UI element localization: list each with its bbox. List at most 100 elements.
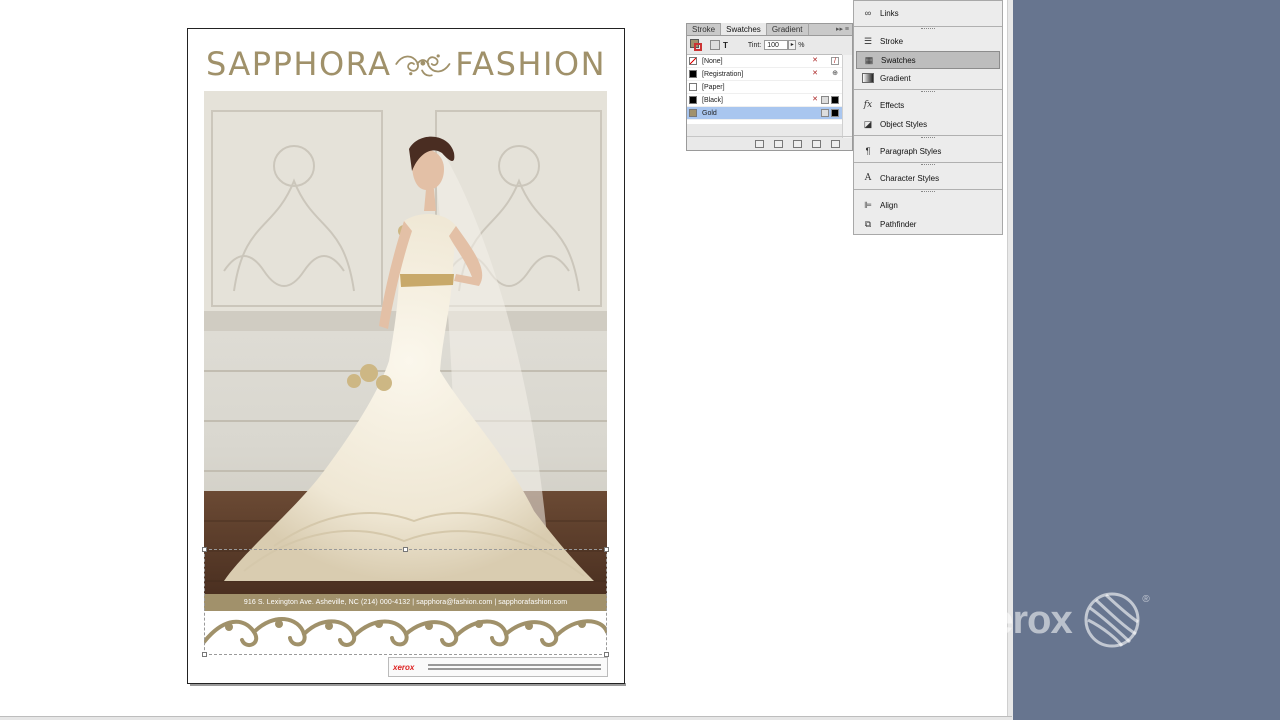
document-page[interactable]: SAPPHORA FASHION 916 S. Lexington Ave. A… [187, 28, 625, 684]
none-color-icon: / [831, 57, 839, 65]
align-icon: ⊫ [864, 200, 872, 210]
formatting-container-icon[interactable] [710, 40, 720, 50]
cmyk-icon [831, 96, 839, 104]
show-all-swatches-icon[interactable] [755, 139, 764, 148]
no-edit-icon: ✕ [812, 70, 818, 77]
swatch-chip [689, 57, 697, 65]
dock-item-label: Gradient [880, 73, 911, 83]
dock-separator [854, 189, 1002, 194]
dock-separator [854, 162, 1002, 167]
dock-item-label: Links [880, 8, 899, 18]
dock-item-swatches[interactable]: ▦ Swatches [856, 51, 1000, 69]
tab-gradient[interactable]: Gradient [767, 23, 809, 35]
tint-dropdown-icon[interactable]: ▸ [788, 40, 797, 50]
swatches-panel[interactable]: Stroke Swatches Gradient ▸▸ ≡ T Tint: 10… [686, 23, 853, 151]
dock-separator [854, 135, 1002, 140]
tab-stroke[interactable]: Stroke [687, 23, 722, 35]
dock-separator [854, 26, 1002, 31]
gradient-icon [862, 73, 874, 83]
swatch-name: [Registration] [702, 70, 744, 78]
swatch-row[interactable]: [Registration] ✕ ⊕ [687, 68, 842, 81]
links-icon: ∞ [864, 8, 872, 18]
dock-item-object-styles[interactable]: ◪ Object Styles [856, 115, 1000, 133]
swatch-row[interactable]: [Paper] [687, 81, 842, 94]
swatch-row[interactable]: [None] ✕ / [687, 55, 842, 68]
badge-lines [428, 662, 607, 672]
selection-handle[interactable] [202, 652, 207, 657]
dock-item-paragraph-styles[interactable]: ¶ Paragraph Styles [856, 142, 1000, 160]
dock-item-label: Align [880, 200, 898, 210]
dock-item-label: Pathfinder [880, 219, 917, 229]
process-color-icon [821, 96, 829, 104]
selection-frame[interactable] [202, 547, 609, 657]
swatch-chip [689, 83, 697, 91]
swatches-bottom-bar [687, 136, 852, 150]
swatch-name: [Black] [702, 96, 724, 104]
delete-swatch-icon[interactable] [831, 139, 840, 148]
bride-photo[interactable] [204, 91, 607, 596]
swatches-icon: ▦ [864, 55, 874, 65]
no-edit-icon: ✕ [812, 96, 818, 103]
stroke-icon: ☰ [863, 36, 873, 46]
xerox-watermark-text: xerox [970, 597, 1073, 642]
dock-item-align[interactable]: ⊫ Align [856, 196, 1000, 214]
paragraph-styles-icon: ¶ [865, 146, 871, 156]
dock-item-label: Effects [880, 100, 905, 110]
cmyk-icon [831, 109, 839, 117]
tint-input[interactable]: 100 [764, 40, 789, 50]
object-styles-icon: ◪ [863, 119, 873, 129]
dock-item-label: Stroke [880, 36, 904, 46]
swatch-name: [None] [702, 57, 723, 65]
brand-name-right: FASHION [455, 45, 606, 83]
dock-item-links[interactable]: ∞ Links [856, 4, 1000, 22]
swatch-name: [Paper] [702, 83, 725, 91]
xerox-ad-badge[interactable]: xerox [388, 657, 608, 677]
horizontal-scrollbar[interactable] [0, 716, 1012, 720]
swatch-chip [689, 96, 697, 104]
selection-handle[interactable] [604, 547, 609, 552]
xerox-watermark: xerox ® [970, 590, 1150, 650]
selection-handle[interactable] [202, 547, 207, 552]
swatch-chip [689, 109, 697, 117]
dock-item-stroke[interactable]: ☰ Stroke [856, 32, 1000, 50]
tint-unit: % [798, 41, 805, 49]
registration-icon: ⊕ [832, 70, 838, 77]
panel-dock[interactable]: ∞ Links ☰ Stroke ▦ Swatches Gradient fx … [853, 0, 1003, 235]
dock-item-label: Object Styles [880, 119, 928, 129]
ornament-icon [395, 54, 451, 77]
swatch-row[interactable]: [Black] ✕ [687, 94, 842, 107]
fill-stroke-icon[interactable] [690, 39, 702, 51]
panel-tabs: Stroke Swatches Gradient ▸▸ ≡ [687, 23, 852, 36]
brand-logo: SAPPHORA FASHION [206, 43, 606, 85]
dock-separator [854, 89, 1002, 94]
registered-mark: ® [1142, 594, 1150, 605]
show-color-swatches-icon[interactable] [774, 139, 783, 148]
dock-item-effects[interactable]: fx Effects [856, 96, 1000, 114]
swatch-list-scrollbar[interactable] [842, 55, 852, 138]
pathfinder-icon: ⧉ [864, 219, 872, 229]
selection-handle[interactable] [403, 547, 408, 552]
show-gradient-swatches-icon[interactable] [793, 139, 802, 148]
swatch-row-selected[interactable]: Gold [687, 107, 842, 120]
swatch-list[interactable]: [None] ✕ / [Registration] ✕ ⊕ [Paper] [B… [687, 54, 842, 124]
swatch-name: Gold [702, 109, 717, 117]
panel-menu-icon[interactable]: ▸▸ ≡ [836, 25, 849, 33]
dock-item-pathfinder[interactable]: ⧉ Pathfinder [856, 215, 1000, 233]
no-edit-icon: ✕ [812, 57, 818, 64]
process-color-icon [821, 109, 829, 117]
xerox-globe-icon [1084, 592, 1140, 648]
xerox-badge-label: xerox [393, 662, 415, 672]
dock-item-label: Paragraph Styles [880, 146, 942, 156]
tint-label: Tint: [747, 41, 762, 49]
dock-item-label: Swatches [881, 55, 916, 65]
dock-item-label: Character Styles [880, 173, 940, 183]
swatch-chip [689, 70, 697, 78]
dock-item-character-styles[interactable]: A Character Styles [856, 169, 1000, 187]
new-swatch-icon[interactable] [812, 139, 821, 148]
tab-swatches[interactable]: Swatches [721, 23, 767, 35]
formatting-text-icon[interactable]: T [723, 41, 728, 50]
swatches-toolbar: T Tint: 100 ▸ % [687, 36, 852, 54]
brand-name-left: SAPPHORA [206, 45, 392, 83]
effects-icon: fx [863, 100, 873, 110]
dock-item-gradient[interactable]: Gradient [856, 69, 1000, 87]
